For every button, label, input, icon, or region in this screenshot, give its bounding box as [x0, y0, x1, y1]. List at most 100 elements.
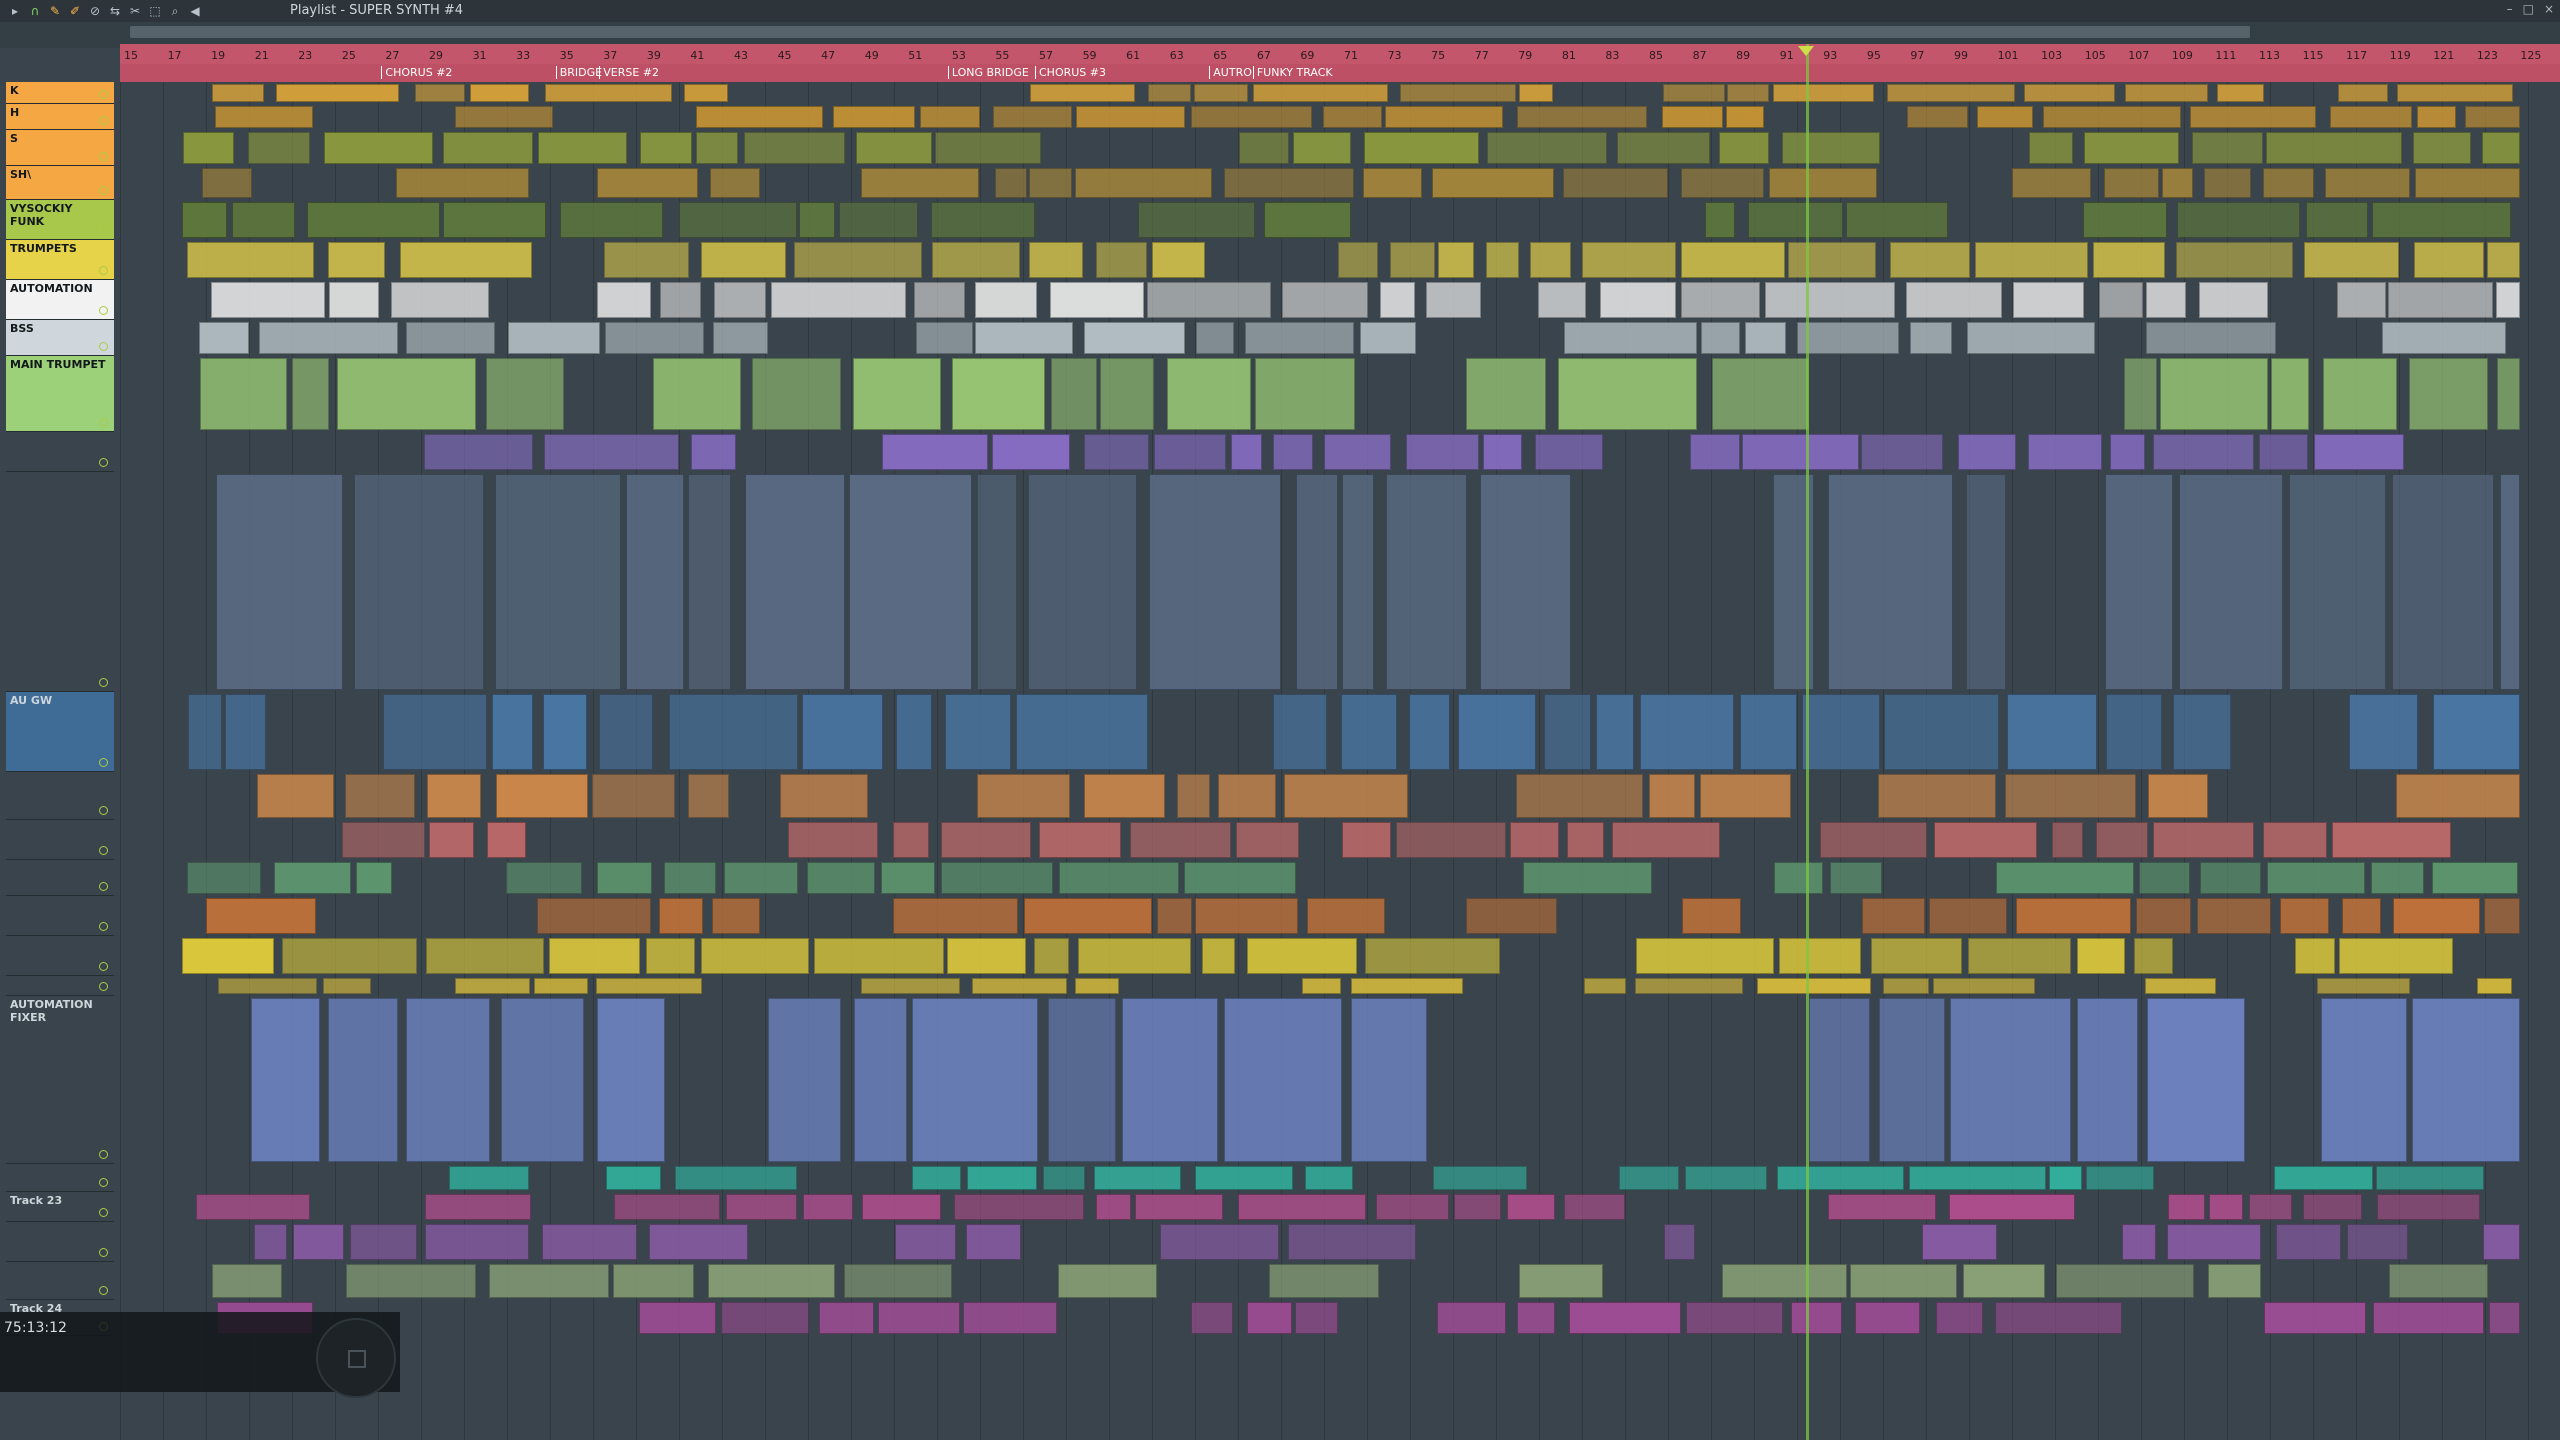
pattern-clip[interactable] [2147, 998, 2245, 1162]
pattern-clip[interactable] [544, 434, 680, 470]
pattern-clip[interactable] [273, 862, 351, 894]
pattern-clip[interactable] [322, 978, 371, 994]
pattern-clip[interactable] [2191, 132, 2264, 164]
pattern-clip[interactable] [947, 938, 1026, 974]
pattern-clip[interactable] [991, 434, 1071, 470]
pattern-clip[interactable] [323, 132, 434, 164]
pattern-clip[interactable] [1376, 1194, 1449, 1220]
pattern-clip[interactable] [941, 822, 1031, 858]
track-enable-icon[interactable] [99, 1150, 108, 1159]
track-header[interactable]: S [6, 130, 114, 166]
track-header[interactable]: AUTOMATION [6, 280, 114, 320]
pattern-clip[interactable] [658, 898, 704, 934]
pattern-clip[interactable] [1664, 1224, 1696, 1260]
track-lane[interactable] [120, 322, 2540, 354]
pattern-clip[interactable] [2133, 938, 2174, 974]
pattern-clip[interactable] [545, 84, 672, 102]
pattern-clip[interactable] [454, 106, 553, 128]
track-lane[interactable] [120, 168, 2540, 198]
pattern-clip[interactable] [605, 322, 704, 354]
track-lane[interactable] [120, 358, 2540, 430]
track-lane[interactable] [120, 1302, 2540, 1334]
pattern-clip[interactable] [346, 1264, 477, 1298]
pattern-clip[interactable] [1078, 938, 1192, 974]
pattern-clip[interactable] [1058, 862, 1179, 894]
pattern-clip[interactable] [1936, 1302, 1983, 1334]
pattern-clip[interactable] [488, 1264, 610, 1298]
pattern-clip[interactable] [1662, 106, 1724, 128]
pattern-clip[interactable] [2106, 694, 2163, 770]
pattern-clip[interactable] [832, 106, 915, 128]
pattern-clip[interactable] [2499, 474, 2520, 690]
pattern-clip[interactable] [803, 1194, 854, 1220]
pattern-clip[interactable] [814, 938, 944, 974]
pattern-clip[interactable] [2123, 358, 2158, 430]
pattern-clip[interactable] [2321, 998, 2408, 1162]
pattern-clip[interactable] [2332, 822, 2452, 858]
pattern-clip[interactable] [911, 998, 1039, 1162]
track-lane[interactable] [120, 242, 2540, 278]
pattern-clip[interactable] [1465, 358, 1547, 430]
pattern-clip[interactable] [1949, 1194, 2076, 1220]
track-header[interactable]: H [6, 104, 114, 130]
pattern-clip[interactable] [1306, 898, 1385, 934]
speaker-icon[interactable]: ◀ [188, 4, 202, 18]
pattern-clip[interactable] [1167, 358, 1251, 430]
track-lane[interactable] [120, 774, 2540, 818]
pattern-clip[interactable] [2377, 1194, 2481, 1220]
pattern-clip[interactable] [2167, 1194, 2206, 1220]
pattern-clip[interactable] [1016, 694, 1149, 770]
pattern-clip[interactable] [1790, 1302, 1842, 1334]
pattern-clip[interactable] [1768, 168, 1878, 198]
pattern-clip[interactable] [2415, 168, 2520, 198]
pattern-clip[interactable] [977, 774, 1070, 818]
pattern-clip[interactable] [2096, 822, 2149, 858]
pattern-clip[interactable] [2482, 1224, 2520, 1260]
pattern-clip[interactable] [1254, 358, 1356, 430]
pattern-clip[interactable] [971, 978, 1068, 994]
track-lane[interactable] [120, 1224, 2540, 1260]
track-enable-icon[interactable] [99, 342, 108, 351]
pattern-clip[interactable] [199, 358, 287, 430]
pattern-clip[interactable] [1802, 694, 1881, 770]
pattern-clip[interactable] [1686, 1302, 1784, 1334]
close-button[interactable]: × [2544, 2, 2554, 16]
pattern-clip[interactable] [1635, 938, 1774, 974]
pattern-clip[interactable] [854, 998, 907, 1162]
pattern-clip[interactable] [860, 978, 960, 994]
track-lane[interactable] [120, 84, 2540, 102]
pattern-clip[interactable] [1890, 242, 1971, 278]
pattern-clip[interactable] [2336, 282, 2387, 318]
pattern-clip[interactable] [992, 106, 1073, 128]
pattern-clip[interactable] [2338, 938, 2454, 974]
cut-icon[interactable]: ✂ [128, 4, 142, 18]
pattern-clip[interactable] [2270, 358, 2309, 430]
pattern-clip[interactable] [695, 132, 739, 164]
pattern-clip[interactable] [2264, 1302, 2366, 1334]
pattern-clip[interactable] [1774, 862, 1823, 894]
pattern-clip[interactable] [1886, 84, 2016, 102]
pattern-clip[interactable] [2389, 1264, 2489, 1298]
pattern-clip[interactable] [1196, 322, 1234, 354]
pattern-clip[interactable] [1134, 1194, 1224, 1220]
pattern-clip[interactable] [1465, 898, 1557, 934]
pattern-clip[interactable] [788, 822, 879, 858]
pattern-clip[interactable] [1485, 242, 1519, 278]
pattern-clip[interactable] [2076, 998, 2138, 1162]
pattern-clip[interactable] [1482, 434, 1522, 470]
pattern-clip[interactable] [257, 774, 335, 818]
pattern-clip[interactable] [894, 1224, 956, 1260]
pattern-clip[interactable] [2396, 774, 2520, 818]
pattern-clip[interactable] [1557, 358, 1697, 430]
track-lane[interactable] [120, 978, 2540, 994]
pattern-clip[interactable] [771, 282, 906, 318]
pattern-clip[interactable] [1883, 694, 1999, 770]
pattern-clip[interactable] [1028, 242, 1083, 278]
pattern-clip[interactable] [668, 694, 799, 770]
track-lane[interactable] [120, 1194, 2540, 1220]
pattern-clip[interactable] [919, 106, 980, 128]
pattern-clip[interactable] [806, 862, 876, 894]
pattern-clip[interactable] [1147, 84, 1191, 102]
pattern-clip[interactable] [2178, 474, 2283, 690]
pattern-clip[interactable] [1921, 1224, 1998, 1260]
